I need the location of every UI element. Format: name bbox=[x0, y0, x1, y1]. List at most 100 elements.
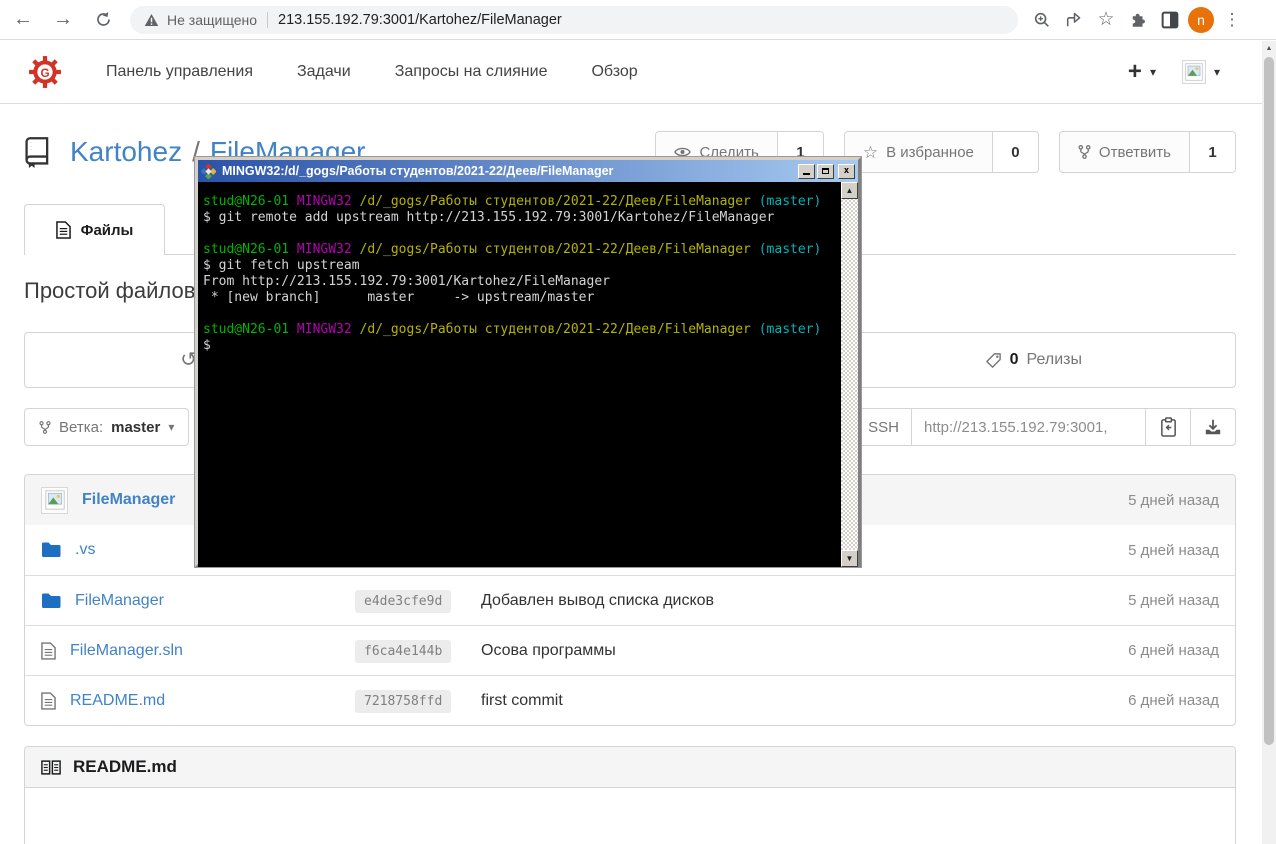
terminal-line: $ bbox=[203, 338, 211, 353]
nav-item-dashboard[interactable]: Панель управления bbox=[106, 63, 253, 81]
browser-profile-avatar[interactable]: n bbox=[1188, 6, 1214, 33]
scroll-up-button[interactable]: ▲ bbox=[841, 182, 858, 199]
star-count[interactable]: 0 bbox=[991, 132, 1038, 172]
terminal-line: stud@N26-01 MINGW32 /d/_gogs/Работы студ… bbox=[203, 322, 822, 337]
terminal-line: stud@N26-01 MINGW32 /d/_gogs/Работы студ… bbox=[203, 194, 822, 209]
terminal-window[interactable]: MINGW32:/d/_gogs/Работы студентов/2021-2… bbox=[195, 157, 861, 567]
file-link[interactable]: README.md bbox=[70, 692, 165, 710]
user-menu-dropdown[interactable]: ▾ bbox=[1181, 60, 1220, 84]
commit-hash-badge[interactable]: f6ca4e144b bbox=[355, 639, 452, 663]
repo-owner-link[interactable]: Kartohez bbox=[70, 136, 182, 168]
stat-releases[interactable]: 0 Релизы bbox=[832, 333, 1235, 387]
releases-count: 0 bbox=[1009, 351, 1019, 368]
gogs-navbar: G Панель управления Задачи Запросы на сл… bbox=[0, 41, 1276, 104]
share-button[interactable] bbox=[1058, 4, 1090, 36]
open-book-icon bbox=[41, 759, 61, 775]
close-icon: x bbox=[843, 165, 850, 176]
file-link[interactable]: .vs bbox=[75, 541, 95, 559]
gogs-logo[interactable]: G bbox=[28, 55, 62, 89]
address-bar[interactable]: Не защищено 213.155.192.79:3001/Kartohez… bbox=[130, 5, 1018, 34]
bookmark-star-icon: ☆ bbox=[1097, 9, 1115, 30]
folder-icon bbox=[42, 542, 61, 557]
browser-toolbar: ← → Не защищено 213.155.192.79:3001/Kart… bbox=[0, 0, 1276, 40]
file-link[interactable]: FileManager.sln bbox=[70, 642, 183, 660]
clone-url-input[interactable] bbox=[912, 408, 1146, 446]
commit-message-cell: Добавлен вывод списка дисков bbox=[481, 592, 1085, 610]
fork-label: Ответвить bbox=[1098, 143, 1171, 161]
scrollbar-thumb[interactable] bbox=[1264, 57, 1274, 745]
fork-count[interactable]: 1 bbox=[1189, 132, 1235, 172]
puzzle-icon bbox=[1132, 13, 1145, 27]
tab-files[interactable]: Файлы bbox=[24, 204, 165, 255]
bookmark-button[interactable]: ☆ bbox=[1090, 4, 1122, 36]
maximize-button[interactable] bbox=[817, 163, 834, 179]
commit-message-link[interactable]: Добавлен вывод списка дисков bbox=[481, 592, 714, 609]
terminal-line: $ git remote add upstream http://213.155… bbox=[203, 210, 775, 225]
zoom-button[interactable] bbox=[1026, 4, 1058, 36]
readme-header: README.md bbox=[25, 747, 1235, 788]
download-button[interactable] bbox=[1191, 408, 1236, 446]
warning-icon bbox=[144, 13, 159, 26]
commit-message-link[interactable]: Осова программы bbox=[481, 642, 616, 659]
copy-url-button[interactable] bbox=[1146, 408, 1191, 446]
nav-item-explore[interactable]: Обзор bbox=[591, 63, 637, 81]
file-link[interactable]: FileManager bbox=[75, 592, 164, 610]
magnifier-plus-icon bbox=[1034, 12, 1049, 27]
broken-image-icon bbox=[44, 490, 65, 510]
star-button[interactable]: ☆ В избранное bbox=[845, 132, 992, 172]
browser-back-button[interactable]: ← bbox=[6, 3, 40, 37]
table-row: README.md 7218758ffd first commit 6 дней на… bbox=[25, 675, 1235, 725]
file-date: 5 дней назад bbox=[1128, 592, 1219, 609]
browser-menu-button[interactable]: ⋮ bbox=[1216, 4, 1248, 36]
browser-forward-button[interactable]: → bbox=[46, 3, 80, 37]
commit-message-link[interactable]: first commit bbox=[481, 692, 563, 709]
file-icon bbox=[41, 691, 56, 710]
scroll-down-button[interactable]: ▼ bbox=[841, 550, 858, 567]
commit-hash-badge[interactable]: e4de3cfe9d bbox=[355, 589, 452, 613]
committer-link[interactable]: FileManager bbox=[82, 491, 175, 509]
fork-button[interactable]: Ответвить bbox=[1060, 132, 1189, 172]
terminal-scrollbar[interactable]: ▲ ▼ bbox=[841, 182, 858, 567]
extensions-button[interactable] bbox=[1122, 4, 1154, 36]
terminal-body-lines: stud@N26-01 MINGW32 /d/_gogs/Работы студ… bbox=[198, 182, 858, 354]
scroll-down-icon: ▼ bbox=[845, 554, 854, 563]
file-tab-icon bbox=[55, 221, 71, 239]
page-scrollbar[interactable]: ▲ bbox=[1262, 41, 1276, 844]
scrollbar-up-icon[interactable]: ▲ bbox=[1262, 41, 1276, 55]
navbar-right: + ▾ ▾ bbox=[1128, 60, 1220, 84]
terminal-line: From http://213.155.192.79:3001/Kartohez… bbox=[203, 274, 610, 289]
omnibox-divider bbox=[267, 11, 268, 28]
releases-label: Релизы bbox=[1026, 351, 1082, 368]
table-row: FileManager e4de3cfe9d Добавлен вывод спис… bbox=[25, 575, 1235, 625]
branch-value: master bbox=[111, 418, 161, 436]
star-label: В избранное bbox=[886, 143, 974, 161]
create-new-dropdown[interactable]: + ▾ bbox=[1128, 60, 1156, 84]
nav-item-pulls[interactable]: Запросы на слияние bbox=[395, 63, 548, 81]
nav-item-issues[interactable]: Задачи bbox=[297, 63, 351, 81]
file-name-cell: FileManager bbox=[25, 592, 355, 610]
close-button[interactable]: x bbox=[838, 163, 855, 179]
url-text[interactable]: 213.155.192.79:3001/Kartohez/FileManager bbox=[278, 12, 562, 28]
file-date: 6 дней назад bbox=[1128, 642, 1219, 659]
side-panel-button[interactable] bbox=[1154, 4, 1186, 36]
fork-button-group: Ответвить 1 bbox=[1058, 131, 1236, 173]
branch-selector[interactable]: Ветка: master ▾ bbox=[24, 408, 190, 446]
fork-icon bbox=[1078, 145, 1091, 159]
svg-text:G: G bbox=[40, 67, 49, 80]
minimize-icon bbox=[803, 173, 810, 175]
commit-message-cell: first commit bbox=[481, 692, 1085, 710]
commit-hash-badge[interactable]: 7218758ffd bbox=[355, 689, 452, 713]
maximize-icon bbox=[822, 168, 829, 174]
chevron-down-icon: ▾ bbox=[1149, 65, 1156, 79]
browser-reload-button[interactable] bbox=[86, 3, 120, 37]
commit-message-cell: Осова программы bbox=[481, 642, 1085, 660]
plus-icon: + bbox=[1127, 58, 1142, 85]
ssh-protocol-button[interactable]: SSH bbox=[855, 408, 912, 446]
security-label[interactable]: Не защищено bbox=[167, 12, 257, 28]
terminal-body[interactable]: stud@N26-01 MINGW32 /d/_gogs/Работы студ… bbox=[198, 182, 858, 567]
folder-icon bbox=[42, 593, 61, 608]
minimize-button[interactable] bbox=[798, 163, 815, 179]
terminal-titlebar[interactable]: MINGW32:/d/_gogs/Работы студентов/2021-2… bbox=[198, 160, 858, 182]
chevron-down-icon: ▾ bbox=[1213, 65, 1220, 79]
